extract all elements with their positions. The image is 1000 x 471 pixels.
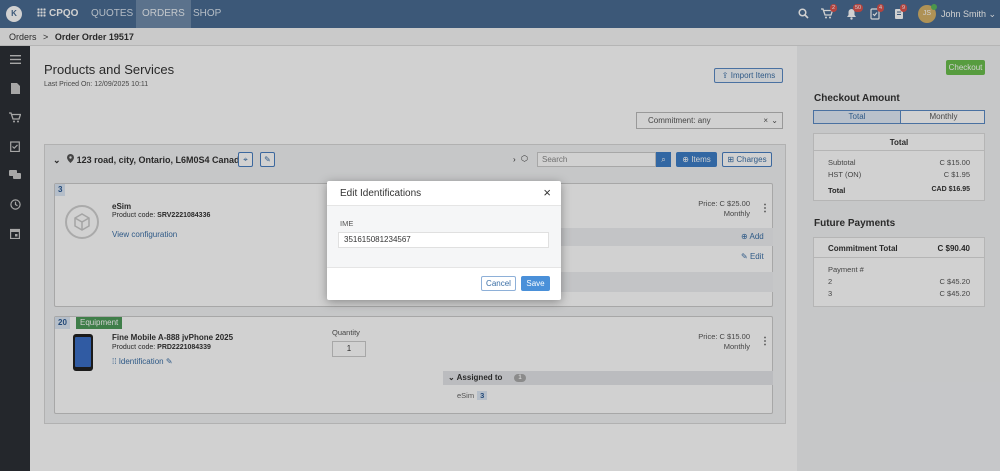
ime-field-label: IME: [340, 219, 354, 228]
cancel-button[interactable]: Cancel: [481, 276, 516, 291]
edit-identifications-modal: Edit Identifications × IME 3516150812345…: [327, 181, 561, 300]
modal-title: Edit Identifications: [340, 188, 422, 199]
ime-field[interactable]: 351615081234567: [338, 232, 549, 248]
save-button[interactable]: Save: [521, 276, 550, 291]
close-icon[interactable]: ×: [543, 185, 551, 200]
modal-body: IME 351615081234567: [327, 206, 561, 268]
modal-header: Edit Identifications ×: [327, 181, 561, 206]
